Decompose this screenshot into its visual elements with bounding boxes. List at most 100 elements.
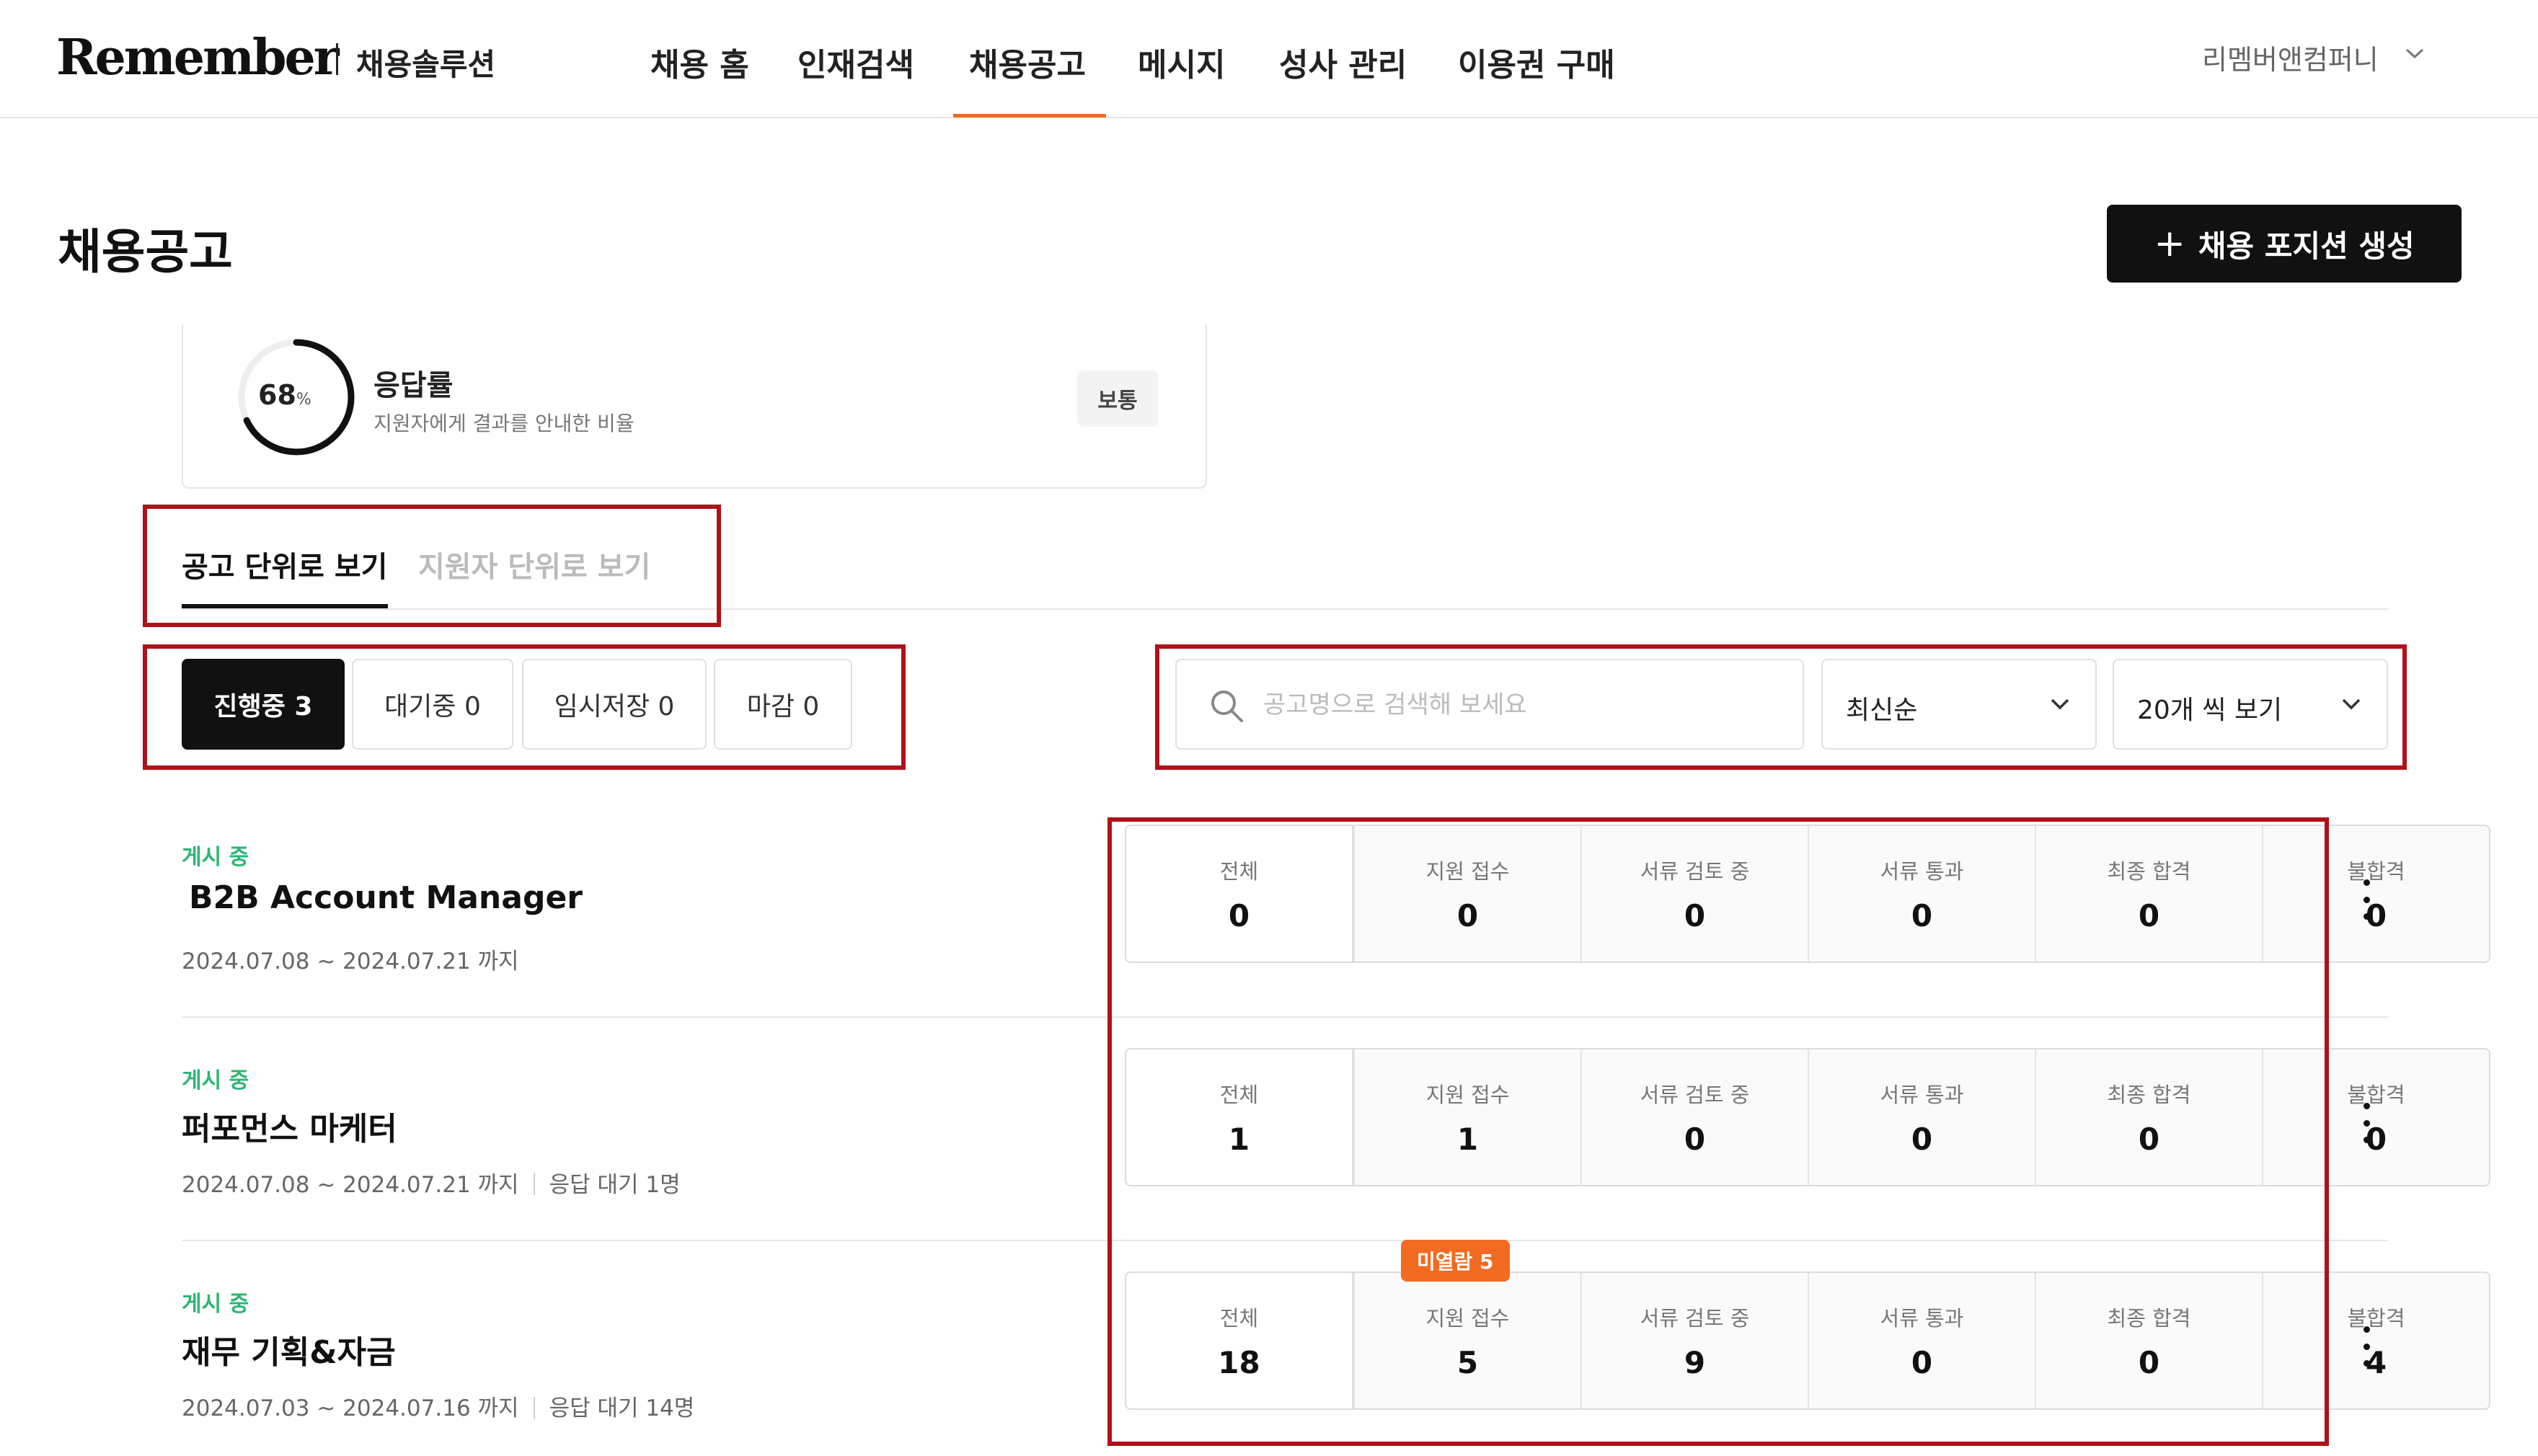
- job-stats: 전체 1 지원 접수 1 서류 검토 중0 서류 통과 0 최종 합격 0 불합격 0: [1125, 1048, 2490, 1186]
- stat-label: 전체: [1219, 1305, 1259, 1331]
- filter-in-progress[interactable]: 진행중 3: [182, 659, 345, 750]
- company-switcher[interactable]: 리멤버앤컴퍼니: [2202, 37, 2424, 77]
- job-period: 2024.07.03 ~ 2024.07.16 까지: [182, 1395, 519, 1421]
- more-options-icon[interactable]: [2352, 871, 2381, 928]
- stat-value: 1: [1228, 1121, 1250, 1157]
- stat-value: 0: [1684, 897, 1706, 933]
- stat-value: 0: [1228, 897, 1250, 933]
- stat-label: 전체: [1219, 1082, 1259, 1107]
- stat-value: 18: [1218, 1344, 1260, 1380]
- stat-label: 지원 접수: [1425, 1305, 1510, 1331]
- stat-applied[interactable]: 지원 접수 0: [1353, 826, 1580, 962]
- filter-closed[interactable]: 마감 0: [714, 659, 852, 750]
- stat-passed[interactable]: 서류 통과 0: [1808, 1049, 2035, 1185]
- row-divider: [182, 1240, 2388, 1241]
- stat-passed[interactable]: 서류 통과 0: [1808, 826, 2035, 962]
- chevron-down-icon: [2342, 698, 2361, 710]
- stat-value: 0: [1684, 1121, 1706, 1157]
- stat-hired[interactable]: 최종 합격 0: [2035, 1049, 2262, 1185]
- stat-screening[interactable]: 서류 검토 중 0: [1580, 1049, 1808, 1185]
- job-status: 게시 중: [182, 1068, 249, 1093]
- job-pending: 응답 대기 14명: [549, 1395, 695, 1421]
- job-title[interactable]: B2B Account Manager: [189, 879, 583, 916]
- stat-value: 1: [1456, 1121, 1479, 1157]
- stat-label: 지원 접수: [1425, 1082, 1510, 1107]
- top-navigation: Remember 채용솔루션 채용 홈 인재검색 채용공고 메시지 성사 관리 …: [0, 0, 2538, 118]
- search-box: [1175, 659, 1804, 750]
- job-pending: 응답 대기 1명: [549, 1172, 681, 1198]
- stat-label: 최종 합격: [2107, 1082, 2191, 1107]
- stat-label: 서류 검토 중: [1640, 1305, 1750, 1331]
- job-row: 게시 중 재무 기획&자금 2024.07.03 ~ 2024.07.16 까지…: [182, 1240, 2490, 1456]
- stat-total[interactable]: 전체 1: [1126, 1049, 1353, 1185]
- stat-label: 지원 접수: [1425, 858, 1510, 884]
- stat-value: 5: [1456, 1344, 1479, 1380]
- meta-separator: [533, 1173, 535, 1195]
- job-status: 게시 중: [182, 1292, 249, 1317]
- stat-screening[interactable]: 서류 검토 중 0: [1580, 826, 1808, 962]
- logo-subtitle: 채용솔루션: [356, 47, 496, 82]
- job-period: 2024.07.08 ~ 2024.07.21 까지: [182, 1172, 519, 1198]
- create-position-button[interactable]: + 채용 포지션 생성: [2107, 205, 2462, 283]
- stat-hired[interactable]: 최종 합격 0: [2035, 1273, 2262, 1408]
- stat-label: 최종 합격: [2107, 858, 2191, 884]
- job-period: 2024.07.08 ~ 2024.07.21 까지: [182, 949, 519, 975]
- job-meta: 2024.07.03 ~ 2024.07.16 까지 응답 대기 14명: [182, 1390, 694, 1422]
- tab-by-applicant[interactable]: 지원자 단위로 보기: [418, 543, 650, 585]
- stat-passed[interactable]: 서류 통과 0: [1808, 1273, 2035, 1408]
- response-rate-badge: 보통: [1077, 370, 1158, 427]
- chevron-down-icon: [2405, 48, 2424, 59]
- plus-icon: +: [2154, 222, 2185, 265]
- stat-value: 0: [1911, 1121, 1933, 1157]
- stat-label: 전체: [1219, 858, 1259, 884]
- response-rate-value: 68%: [258, 379, 311, 411]
- row-divider: [182, 1016, 2388, 1018]
- more-options-icon[interactable]: [2352, 1094, 2381, 1152]
- meta-separator: [533, 1397, 535, 1419]
- create-position-label: 채용 포지션 생성: [2198, 228, 2415, 264]
- stat-screening[interactable]: 서류 검토 중 9: [1580, 1273, 1808, 1408]
- stat-applied[interactable]: 지원 접수 1: [1353, 1049, 1580, 1185]
- stat-label: 서류 검토 중: [1640, 1082, 1750, 1107]
- job-meta: 2024.07.08 ~ 2024.07.21 까지 응답 대기 1명: [182, 1166, 681, 1199]
- stat-label: 서류 통과: [1880, 858, 1964, 884]
- nav-item-recruit-home[interactable]: 채용 홈: [650, 39, 749, 85]
- job-title[interactable]: 재무 기획&자금: [182, 1326, 396, 1372]
- response-rate-number: 68: [258, 379, 296, 411]
- tab-by-posting[interactable]: 공고 단위로 보기: [182, 543, 387, 585]
- stat-value: 0: [2138, 897, 2160, 933]
- page-size-selected-value: 20개 씩 보기: [2137, 696, 2283, 725]
- nav-item-talent-search[interactable]: 인재검색: [797, 39, 914, 85]
- job-stats: 전체 0 지원 접수 0 서류 검토 중0 서류 통과 0 최종 합격 0 불합격 0: [1125, 825, 2490, 963]
- more-options-icon[interactable]: [2352, 1318, 2381, 1375]
- sort-select[interactable]: 최신순: [1821, 659, 2097, 750]
- stat-value: 0: [1911, 897, 1933, 933]
- stat-value: 0: [1911, 1344, 1933, 1380]
- remember-logo[interactable]: Remember: [56, 29, 340, 86]
- stat-label: 최종 합격: [2107, 1305, 2191, 1331]
- stat-hired[interactable]: 최종 합격 0: [2035, 826, 2262, 962]
- active-nav-indicator: [953, 114, 1106, 117]
- filter-draft[interactable]: 임시저장 0: [522, 659, 707, 750]
- nav-item-messages[interactable]: 메시지: [1138, 39, 1225, 85]
- stat-total[interactable]: 전체 0: [1126, 826, 1353, 962]
- stat-value: 0: [2138, 1121, 2160, 1157]
- stat-total[interactable]: 전체 18: [1126, 1273, 1353, 1408]
- job-status: 게시 중: [182, 845, 249, 870]
- job-row: 게시 중 B2B Account Manager 2024.07.08 ~ 20…: [182, 825, 2490, 1062]
- stat-applied[interactable]: 미열람 5 지원 접수 5: [1353, 1240, 1580, 1408]
- stat-label: 서류 검토 중: [1640, 858, 1750, 884]
- response-rate-title: 응답률: [373, 369, 454, 402]
- stat-label: 서류 통과: [1880, 1305, 1964, 1331]
- nav-item-job-postings[interactable]: 채용공고: [969, 39, 1086, 85]
- nav-item-buy-pass[interactable]: 이용권 구매: [1458, 39, 1615, 85]
- nav-item-deal-management[interactable]: 성사 관리: [1279, 39, 1407, 85]
- filter-waiting[interactable]: 대기중 0: [352, 659, 513, 750]
- job-title[interactable]: 퍼포먼스 마케터: [182, 1103, 397, 1149]
- search-input[interactable]: [1263, 679, 1782, 731]
- company-name: 리멤버앤컴퍼니: [2202, 44, 2379, 76]
- active-tab-indicator: [182, 604, 388, 608]
- stat-label: 서류 통과: [1880, 1082, 1964, 1107]
- stat-value: 9: [1684, 1344, 1706, 1380]
- page-size-select[interactable]: 20개 씩 보기: [2113, 659, 2388, 750]
